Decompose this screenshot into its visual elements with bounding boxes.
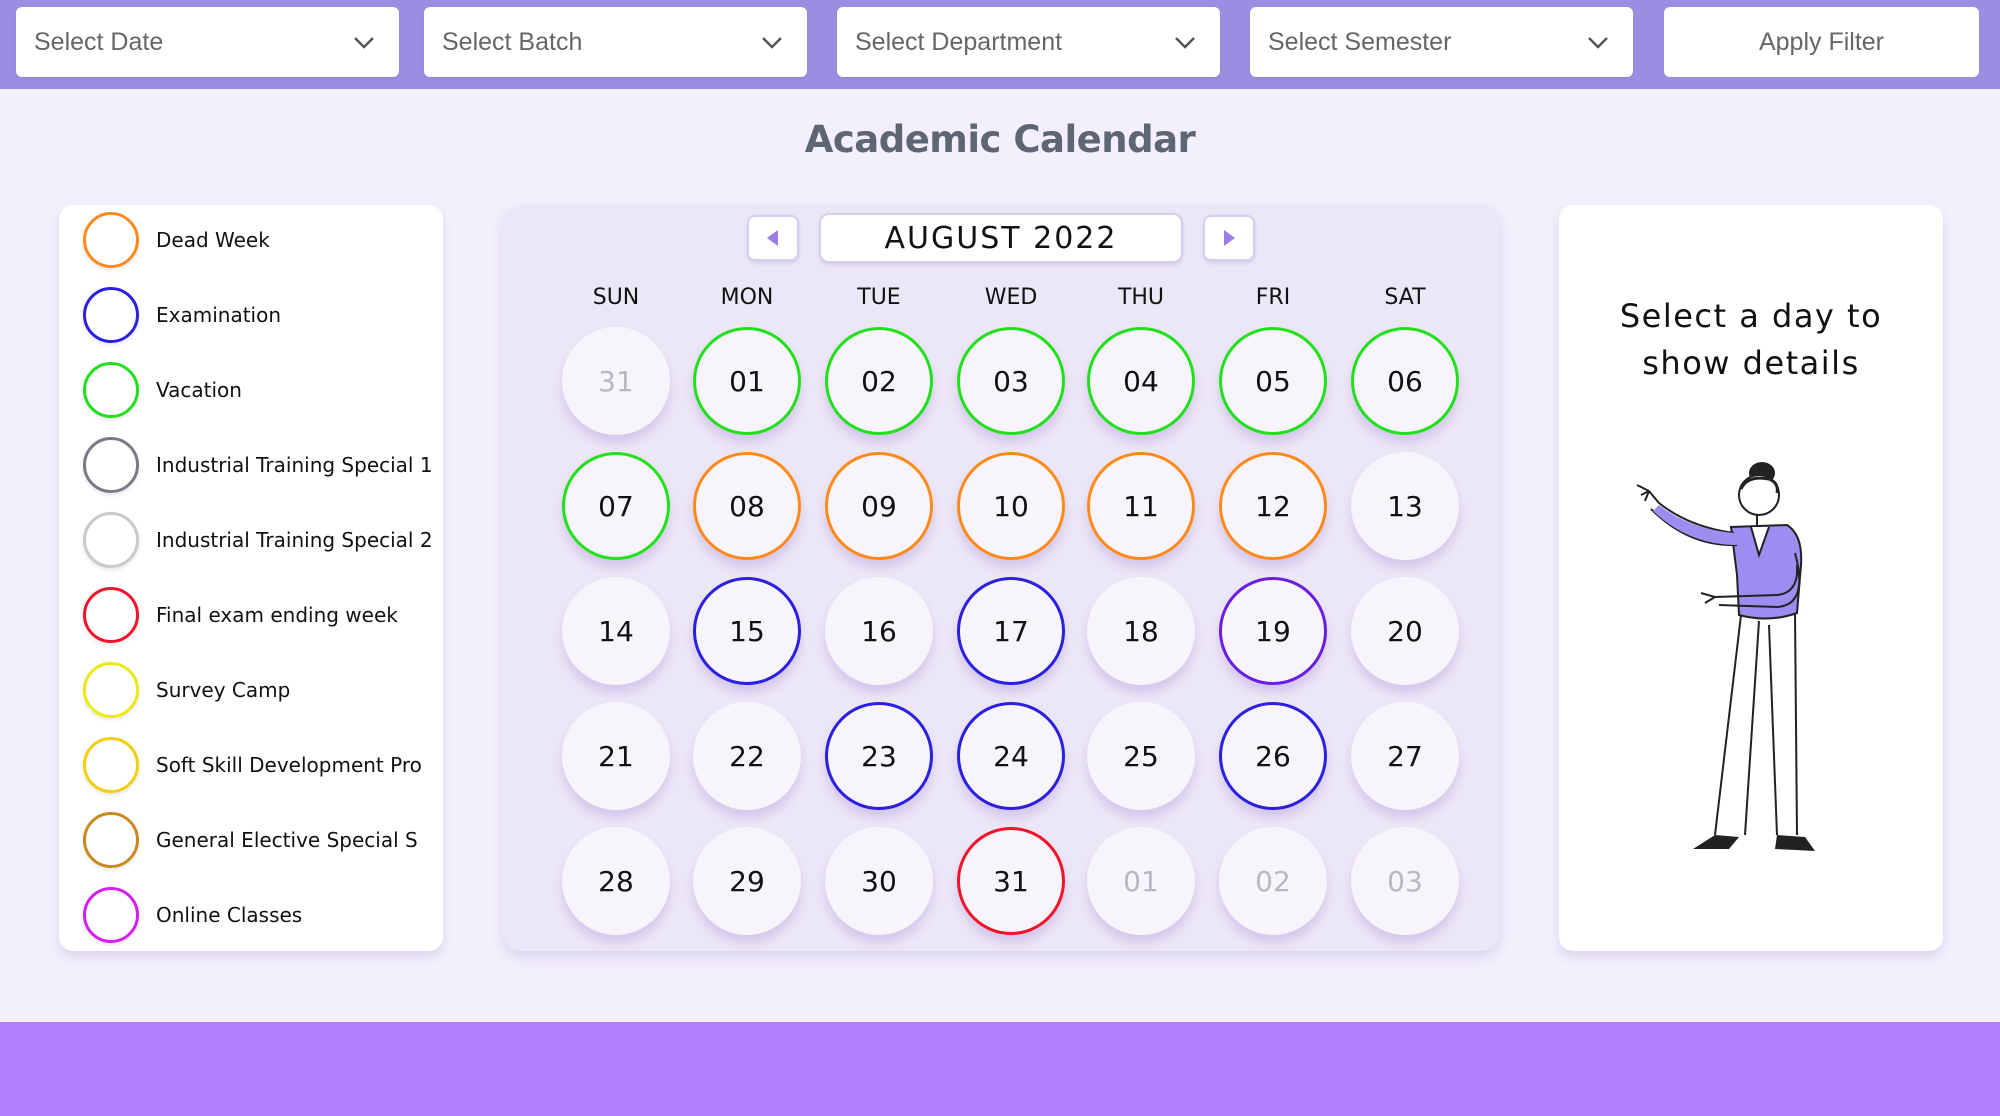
filter-bar: Select Date Select Batch Select Departme… xyxy=(0,0,2000,89)
weekday-header: WED xyxy=(984,285,1038,310)
legend-label: Online Classes xyxy=(156,903,303,927)
chevron-down-icon xyxy=(762,37,782,49)
legend-label: Final exam ending week xyxy=(156,603,398,627)
calendar-day[interactable]: 07 xyxy=(562,452,670,560)
chevron-down-icon xyxy=(1175,37,1195,49)
legend-label: Dead Week xyxy=(156,228,270,252)
calendar-panel: AUGUST 2022 SUN MON TUE WED THU FRI SAT 31 01 02 0… xyxy=(503,205,1499,951)
legend-color-ring xyxy=(83,737,139,793)
legend-color-ring xyxy=(83,587,139,643)
calendar-day[interactable]: 28 xyxy=(562,827,670,935)
calendar-day[interactable]: 09 xyxy=(825,452,933,560)
weekday-header: SAT xyxy=(1384,285,1426,310)
calendar-day[interactable]: 13 xyxy=(1351,452,1459,560)
semester-select-label: Select Semester xyxy=(1268,27,1452,56)
prev-month-button[interactable] xyxy=(747,215,799,261)
weekday-header: SUN xyxy=(592,285,640,310)
legend-color-ring xyxy=(83,812,139,868)
caret-left-icon xyxy=(767,230,778,246)
page-title: Academic Calendar xyxy=(804,118,1196,161)
calendar-day[interactable]: 31 xyxy=(957,827,1065,935)
calendar-day[interactable]: 29 xyxy=(693,827,801,935)
calendar-day[interactable]: 23 xyxy=(825,702,933,810)
batch-select-label: Select Batch xyxy=(442,27,583,56)
legend-color-ring xyxy=(83,437,139,493)
calendar-day[interactable]: 03 xyxy=(957,327,1065,435)
legend-color-ring xyxy=(83,662,139,718)
calendar-day[interactable]: 02 xyxy=(825,327,933,435)
calendar-day[interactable]: 18 xyxy=(1087,577,1195,685)
calendar-day[interactable]: 22 xyxy=(693,702,801,810)
legend-label: Industrial Training Special 2 xyxy=(156,528,433,552)
legend-item: Vacation xyxy=(83,362,433,418)
legend-item: Survey Camp xyxy=(83,662,433,718)
calendar-day[interactable]: 30 xyxy=(825,827,933,935)
legend-item: General Elective Special S xyxy=(83,812,433,868)
calendar-day[interactable]: 31 xyxy=(562,327,670,435)
calendar-day[interactable]: 04 xyxy=(1087,327,1195,435)
weekday-header: THU xyxy=(1117,285,1165,310)
legend-color-ring xyxy=(83,212,139,268)
legend-color-ring xyxy=(83,287,139,343)
apply-filter-button[interactable]: Apply Filter xyxy=(1664,7,1979,77)
details-prompt: Select a day to show details xyxy=(1619,297,1883,382)
calendar-day[interactable]: 24 xyxy=(957,702,1065,810)
legend-label: Survey Camp xyxy=(156,678,291,702)
chevron-down-icon xyxy=(1588,37,1608,49)
calendar-day[interactable]: 25 xyxy=(1087,702,1195,810)
department-select-label: Select Department xyxy=(855,27,1063,56)
legend-item: Industrial Training Special 1 xyxy=(83,437,433,493)
date-select-label: Select Date xyxy=(34,27,164,56)
calendar-day[interactable]: 01 xyxy=(1087,827,1195,935)
calendar-day[interactable]: 10 xyxy=(957,452,1065,560)
calendar-day[interactable]: 08 xyxy=(693,452,801,560)
legend-label: Examination xyxy=(156,303,282,327)
legend-label: General Elective Special S xyxy=(156,828,418,852)
legend-item: Final exam ending week xyxy=(83,587,433,643)
calendar-day[interactable]: 20 xyxy=(1351,577,1459,685)
footer-bar xyxy=(0,1022,2000,1116)
calendar-day[interactable]: 21 xyxy=(562,702,670,810)
date-select[interactable]: Select Date xyxy=(16,7,399,77)
semester-select[interactable]: Select Semester xyxy=(1250,7,1633,77)
calendar-day[interactable]: 17 xyxy=(957,577,1065,685)
calendar-day[interactable]: 16 xyxy=(825,577,933,685)
details-panel: Select a day to show details xyxy=(1559,205,1943,951)
month-year-label: AUGUST 2022 xyxy=(819,213,1183,263)
calendar-day[interactable]: 06 xyxy=(1351,327,1459,435)
batch-select[interactable]: Select Batch xyxy=(424,7,807,77)
weekday-header: TUE xyxy=(857,285,901,310)
chevron-down-icon xyxy=(354,37,374,49)
legend-label: Soft Skill Development Pro xyxy=(156,753,422,777)
calendar-day[interactable]: 19 xyxy=(1219,577,1327,685)
caret-right-icon xyxy=(1224,230,1235,246)
calendar-day[interactable]: 05 xyxy=(1219,327,1327,435)
calendar-day[interactable]: 11 xyxy=(1087,452,1195,560)
legend-item: Online Classes xyxy=(83,887,433,943)
legend-item: Examination xyxy=(83,287,433,343)
next-month-button[interactable] xyxy=(1203,215,1255,261)
legend-item: Industrial Training Special 2 xyxy=(83,512,433,568)
calendar-day[interactable]: 02 xyxy=(1219,827,1327,935)
legend-panel: Dead Week Examination Vacation Industrial T… xyxy=(59,205,443,951)
calendar-day[interactable]: 27 xyxy=(1351,702,1459,810)
weekday-header: FRI xyxy=(1255,285,1291,310)
calendar-day[interactable]: 03 xyxy=(1351,827,1459,935)
legend-label: Vacation xyxy=(156,378,242,402)
legend-item: Dead Week xyxy=(83,212,433,268)
legend-color-ring xyxy=(83,362,139,418)
department-select[interactable]: Select Department xyxy=(837,7,1220,77)
calendar-day[interactable]: 15 xyxy=(693,577,801,685)
calendar-day[interactable]: 26 xyxy=(1219,702,1327,810)
legend-color-ring xyxy=(83,512,139,568)
weekday-header: MON xyxy=(720,285,774,310)
presenter-illustration xyxy=(1636,462,1815,851)
calendar-day[interactable]: 12 xyxy=(1219,452,1327,560)
calendar-day[interactable]: 01 xyxy=(693,327,801,435)
calendar-day[interactable]: 14 xyxy=(562,577,670,685)
legend-color-ring xyxy=(83,887,139,943)
legend-item: Soft Skill Development Pro xyxy=(83,737,433,793)
legend-label: Industrial Training Special 1 xyxy=(156,453,433,477)
